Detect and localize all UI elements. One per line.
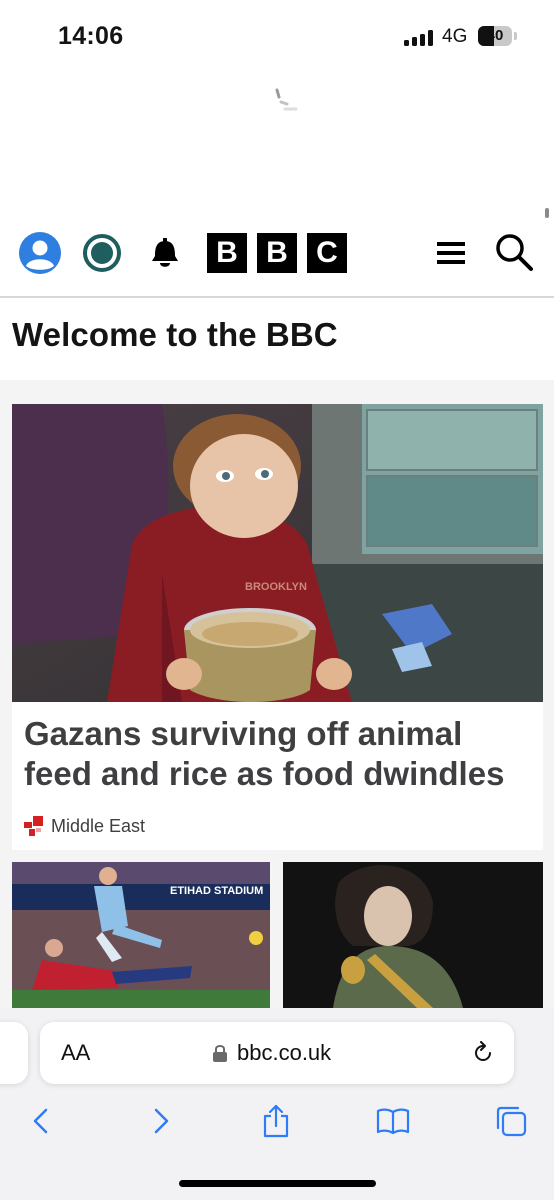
address-bar[interactable]: AA bbc.co.uk — [40, 1022, 514, 1084]
battery-level: 40 — [486, 27, 504, 44]
lead-story-card[interactable]: BROOKLYN Gazans surviving off animal fee… — [12, 404, 543, 850]
home-indicator[interactable] — [179, 1180, 376, 1187]
browser-toolbar: AA bbc.co.uk — [0, 1008, 554, 1200]
lead-story-image[interactable]: BROOKLYN — [12, 404, 543, 702]
lead-story-headline[interactable]: Gazans surviving off animal feed and ric… — [24, 714, 529, 794]
previous-tab-preview[interactable] — [0, 1022, 28, 1084]
back-icon[interactable] — [24, 1104, 58, 1138]
shirt-text: BROOKLYN — [245, 581, 307, 593]
bbc-header: B B C — [0, 222, 554, 298]
url-text[interactable]: bbc.co.uk — [237, 1040, 331, 1066]
text-size-button[interactable]: AA — [61, 1040, 90, 1066]
live-radio-icon[interactable] — [82, 230, 124, 276]
battery-icon: 40 — [478, 26, 512, 46]
account-icon[interactable] — [17, 230, 63, 276]
menu-icon[interactable] — [434, 230, 468, 276]
status-bar: 14:06 4G 40 — [0, 0, 554, 75]
notifications-icon[interactable] — [146, 230, 184, 276]
stadium-sign-text: ETIHAD STADIUM — [170, 885, 263, 897]
reload-icon[interactable] — [471, 1041, 495, 1065]
bbc-logo-block-2[interactable]: B — [257, 233, 297, 273]
story-card-performer[interactable] — [283, 862, 543, 1008]
forward-icon[interactable] — [144, 1104, 178, 1138]
share-icon[interactable] — [259, 1104, 293, 1138]
cellular-signal-icon — [404, 30, 434, 46]
football-match-image[interactable]: ETIHAD STADIUM — [12, 862, 270, 1008]
status-time: 14:06 — [58, 22, 124, 50]
battery-cap — [514, 32, 517, 40]
topic-label: Middle East — [51, 816, 146, 836]
lock-icon — [213, 1045, 227, 1062]
performer-image[interactable] — [283, 862, 543, 1008]
bbc-logo-block-1[interactable]: B — [207, 233, 247, 273]
loading-spinner-icon — [275, 88, 298, 111]
page-title: Welcome to the BBC — [12, 316, 338, 353]
search-icon[interactable] — [493, 230, 535, 276]
topic-map-icon — [24, 816, 43, 836]
bookmarks-icon[interactable] — [376, 1104, 410, 1138]
scroll-indicator[interactable] — [545, 208, 549, 218]
story-card-football[interactable]: ETIHAD STADIUM — [12, 862, 270, 1008]
bbc-logo-block-3[interactable]: C — [307, 233, 347, 273]
tabs-icon[interactable] — [494, 1104, 528, 1138]
network-type: 4G — [442, 26, 468, 47]
